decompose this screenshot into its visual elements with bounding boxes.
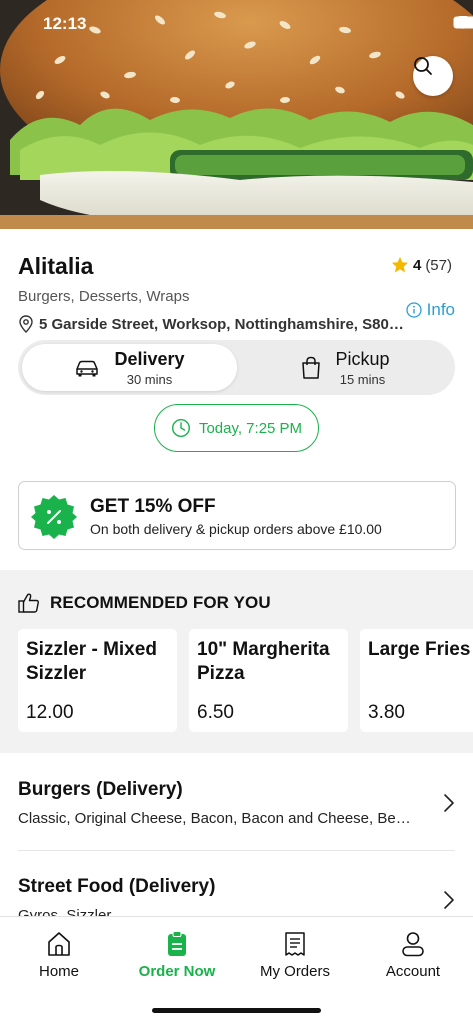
order-icon [168,931,186,956]
home-indicator [152,1008,321,1013]
recommended-header: RECOMMENDED FOR YOU [18,593,271,613]
nav-home-label: Home [38,963,79,980]
delivery-label: Delivery [114,348,185,369]
info-label: Info [426,300,455,319]
order-mode-toggle: Delivery 30 mins Pickup 15 mins [18,340,455,395]
cuisine-list: Burgers, Desserts, Wraps [18,288,190,305]
recommended-section: RECOMMENDED FOR YOU Sizzler - Mixed Sizz… [0,570,473,753]
schedule-time-button[interactable]: Today, 7:25 PM [154,404,319,452]
nav-home[interactable]: Home [0,931,118,980]
thumbs-up-icon [18,593,39,613]
pickup-time: 15 mins [339,371,386,387]
nav-my-orders-label: My Orders [259,963,330,980]
nav-order-now-label: Order Now [138,963,216,980]
category-row[interactable]: Burgers (Delivery) Classic, Original Che… [0,755,473,851]
category-description: Gyros, Sizzler [18,907,112,916]
discount-badge-icon [31,495,77,539]
nav-order-now[interactable]: Order Now [118,931,236,980]
search-button[interactable] [413,56,453,96]
info-icon [405,302,422,318]
address-text: 5 Garside Street, Worksop, Nottinghamshi… [39,315,404,333]
info-link[interactable]: Info [405,300,455,320]
location-pin-icon [19,315,33,333]
rating: 4 (57) [391,256,452,274]
nav-account-label: Account [385,963,441,980]
chevron-right-icon [444,891,454,909]
schedule-time-label: Today, 7:25 PM [198,419,303,437]
offer-description: On both delivery & pickup orders above £… [90,521,382,537]
rating-count: (57) [425,256,452,274]
hero-burger-image: 12:13 [0,0,473,229]
pickup-label: Pickup [335,348,390,369]
category-title: Burgers (Delivery) [18,779,183,800]
recommended-item[interactable]: Large Fries 3.80 [360,629,473,732]
star-icon [391,256,409,273]
battery-icon [453,16,473,29]
delivery-option[interactable]: Delivery 30 mins [22,344,237,391]
restaurant-name: Alitalia [18,253,94,279]
home-icon [48,932,70,956]
person-icon [402,932,424,957]
item-name: Large Fries [368,639,471,660]
rating-score: 4 [412,256,422,274]
item-name: 10" Margherita Pizza [197,639,330,684]
recommended-title: RECOMMENDED FOR YOU [50,593,271,612]
car-icon [76,360,99,376]
category-title: Street Food (Delivery) [18,876,216,897]
item-price: 12.00 [26,702,74,723]
category-divider [18,850,455,851]
item-price: 3.80 [368,702,405,723]
receipt-icon [285,932,305,956]
recommended-item[interactable]: Sizzler - Mixed Sizzler 12.00 [18,629,177,732]
nav-account[interactable]: Account [354,931,472,980]
nav-my-orders[interactable]: My Orders [236,931,354,980]
category-description: Classic, Original Cheese, Bacon, Bacon a… [18,810,411,827]
recommended-item[interactable]: 10" Margherita Pizza 6.50 [189,629,348,732]
address: 5 Garside Street, Worksop, Nottinghamshi… [18,315,408,333]
item-price: 6.50 [197,702,234,723]
status-time: 12:13 [43,14,87,33]
clock-icon [171,418,190,438]
search-icon [414,57,432,75]
chevron-right-icon [444,794,454,812]
shopping-bag-icon [302,356,321,379]
offer-banner[interactable]: GET 15% OFF On both delivery & pickup or… [18,481,456,550]
pickup-option[interactable]: Pickup 15 mins [240,344,451,391]
item-name: Sizzler - Mixed Sizzler [26,639,157,684]
offer-title: GET 15% OFF [90,496,216,517]
delivery-time: 30 mins [126,371,173,387]
category-row[interactable]: Street Food (Delivery) Gyros, Sizzler [0,852,473,916]
